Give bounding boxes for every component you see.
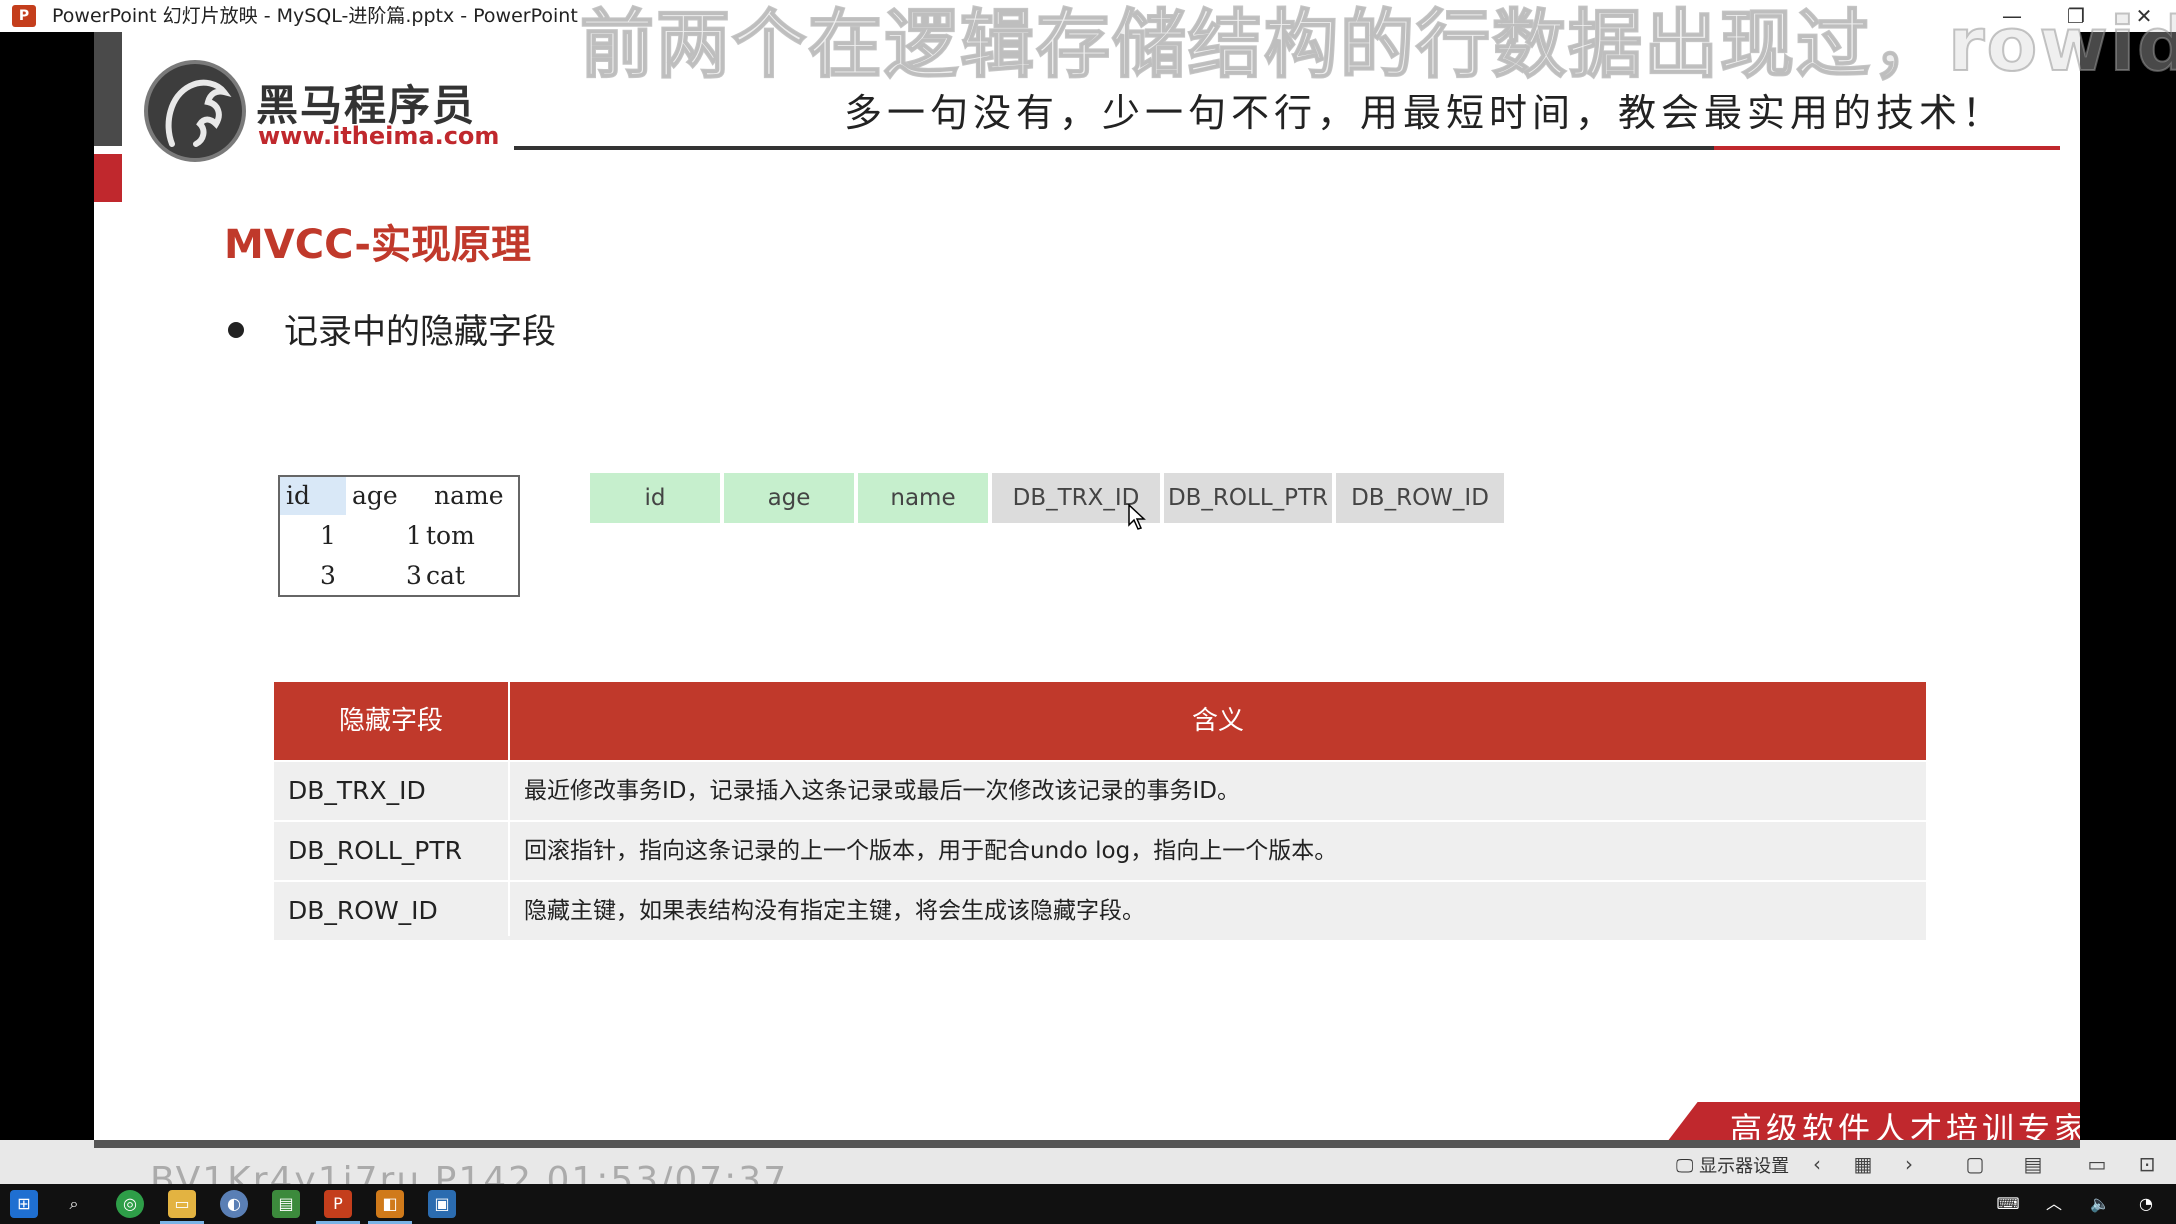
monitor-icon: 🖵 xyxy=(1676,1156,1700,1177)
field-id: id xyxy=(590,473,720,523)
bullet-text: 记录中的隐藏字段 xyxy=(284,312,556,352)
row-meaning: 隐藏主键，如果表结构没有指定主键，将会生成该隐藏字段。 xyxy=(524,898,1145,924)
header-divider-accent xyxy=(1714,146,2060,150)
window-title: PowerPoint 幻灯片放映 - MySQL-进阶篇.pptx - Powe… xyxy=(52,5,578,27)
slide-canvas: 黑马程序员 www.itheima.com 多一句没有，少一句不行，用最短时间，… xyxy=(94,32,2080,1140)
normal-view-icon[interactable]: ▢ xyxy=(1958,1150,1992,1178)
search-icon[interactable]: ⌕ xyxy=(60,1190,88,1218)
slogan: 多一句没有，少一句不行，用最短时间，教会最实用的技术！ xyxy=(844,91,2006,135)
tray-chevron-icon[interactable]: ︿ xyxy=(2040,1190,2068,1218)
table-row: DB_TRX_ID 最近修改事务ID，记录插入这条记录或最后一次修改该记录的事务… xyxy=(274,762,1926,820)
keyboard-icon[interactable]: ⌨ xyxy=(1994,1190,2022,1218)
prev-slide-button[interactable]: ‹ xyxy=(1800,1150,1834,1178)
record-header-id: id xyxy=(280,477,346,515)
slide-progress-bar xyxy=(94,1140,2080,1148)
record-cell-age: 1 xyxy=(406,521,422,550)
record-header-name: name xyxy=(434,481,504,510)
table-row: DB_ROW_ID 隐藏主键，如果表结构没有指定主键，将会生成该隐藏字段。 xyxy=(274,882,1926,940)
footer-slogan: 高级软件人才培训专家 xyxy=(1730,1110,2080,1140)
reading-view-icon[interactable]: ▤ xyxy=(2016,1150,2050,1178)
app-icon[interactable]: ◐ xyxy=(220,1190,248,1218)
row-field: DB_TRX_ID xyxy=(288,776,426,805)
table-row: DB_ROLL_PTR 回滚指针，指向这条记录的上一个版本，用于配合undo l… xyxy=(274,822,1926,880)
minimize-button[interactable]: — xyxy=(1990,0,2034,32)
table-column-divider xyxy=(508,682,510,936)
slideshow-view-icon[interactable]: ▭ xyxy=(2080,1150,2114,1178)
record-cell-name: tom xyxy=(426,521,475,550)
windows-taskbar: ⊞ ⌕ ◎ ▭ ◐ ▤ P ◧ ▣ ⌨ ︿ 🔈 ◔ xyxy=(0,1184,2176,1224)
zoom-icon[interactable]: ⊡ xyxy=(2130,1150,2164,1178)
remote-desktop-icon[interactable]: ▣ xyxy=(428,1190,456,1218)
file-explorer-icon[interactable]: ▭ xyxy=(168,1190,196,1218)
capture-tool-icon[interactable]: ◧ xyxy=(376,1190,404,1218)
left-accent-red xyxy=(94,154,122,202)
row-field: DB_ROLL_PTR xyxy=(288,836,463,865)
record-table: id age name 1 1 tom 3 3 cat xyxy=(278,475,520,597)
row-meaning: 回滚指针，指向这条记录的上一个版本，用于配合undo log，指向上一个版本。 xyxy=(524,838,1338,864)
next-slide-button[interactable]: › xyxy=(1892,1150,1926,1178)
header-divider xyxy=(514,146,1714,150)
record-cell-name: cat xyxy=(426,561,465,590)
network-icon[interactable]: ◔ xyxy=(2132,1190,2160,1218)
start-icon[interactable]: ⊞ xyxy=(10,1190,38,1218)
slide-title: MVCC-实现原理 xyxy=(224,222,531,268)
window-title-bar: P PowerPoint 幻灯片放映 - MySQL-进阶篇.pptx - Po… xyxy=(0,0,2176,32)
table-header-field: 隐藏字段 xyxy=(274,682,508,760)
horse-logo-icon xyxy=(144,60,246,162)
close-button[interactable]: ✕ xyxy=(2122,0,2166,32)
field-name: name xyxy=(858,473,988,523)
powerpoint-icon: P xyxy=(12,5,36,27)
slide-grid-button[interactable]: ▦ xyxy=(1846,1150,1880,1178)
row-meaning: 最近修改事务ID，记录插入这条记录或最后一次修改该记录的事务ID。 xyxy=(524,778,1240,804)
bullet-icon xyxy=(228,322,244,338)
record-header-age: age xyxy=(352,481,398,510)
monitor-settings-button[interactable]: 🖵 显示器设置 xyxy=(1676,1152,1789,1178)
left-accent-bar xyxy=(94,32,122,146)
chrome-icon[interactable]: ◎ xyxy=(116,1190,144,1218)
volume-icon[interactable]: 🔈 xyxy=(2086,1190,2114,1218)
field-db-roll-ptr: DB_ROLL_PTR xyxy=(1164,473,1332,523)
field-db-row-id: DB_ROW_ID xyxy=(1336,473,1504,523)
monitor-settings-label: 显示器设置 xyxy=(1699,1156,1790,1177)
slideshow-control-bar: 🖵 显示器设置 ‹ ▦ › ▢ ▤ ▭ ⊡ xyxy=(0,1140,2176,1184)
field-age: age xyxy=(724,473,854,523)
record-cell-id: 3 xyxy=(320,561,336,590)
notepad-icon[interactable]: ▤ xyxy=(272,1190,300,1218)
table-header-meaning: 含义 xyxy=(510,682,1926,760)
mouse-cursor-icon xyxy=(1128,504,1146,530)
restore-button[interactable]: ❐ xyxy=(2054,0,2098,32)
row-field: DB_ROW_ID xyxy=(288,896,438,925)
record-cell-id: 1 xyxy=(320,521,336,550)
record-cell-age: 3 xyxy=(406,561,422,590)
logo-url: www.itheima.com xyxy=(258,122,500,150)
powerpoint-taskbar-icon[interactable]: P xyxy=(324,1190,352,1218)
